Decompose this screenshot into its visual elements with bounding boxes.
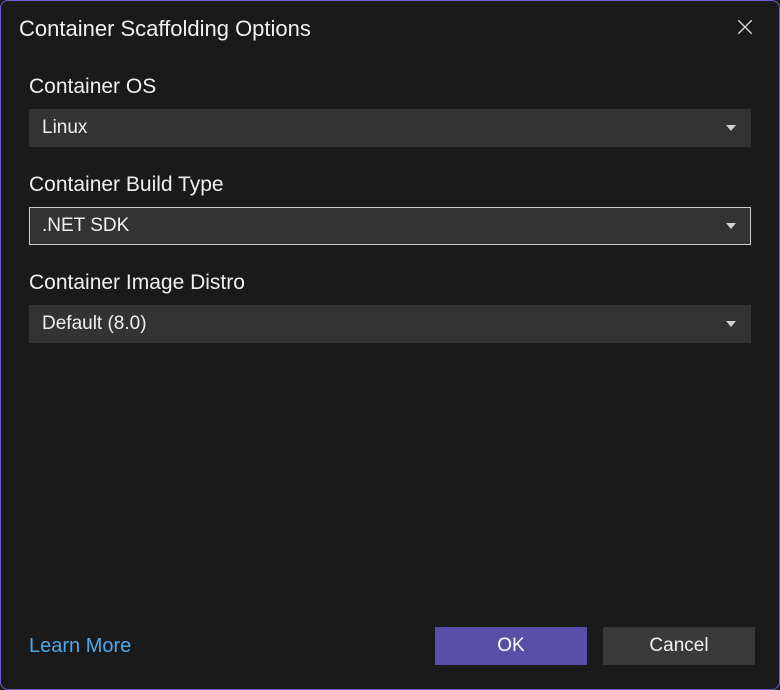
container-image-distro-field: Container Image Distro Default (8.0): [29, 271, 751, 343]
ok-button[interactable]: OK: [435, 627, 587, 665]
container-build-type-select[interactable]: .NET SDK: [29, 207, 751, 245]
chevron-down-icon: [726, 321, 736, 327]
container-build-type-value: .NET SDK: [42, 215, 129, 237]
container-scaffolding-dialog: Container Scaffolding Options Container …: [0, 0, 780, 690]
container-image-distro-value: Default (8.0): [42, 313, 147, 335]
container-image-distro-label: Container Image Distro: [29, 271, 751, 295]
container-build-type-field: Container Build Type .NET SDK: [29, 173, 751, 245]
container-os-value: Linux: [42, 117, 87, 139]
dialog-footer: Learn More OK Cancel: [1, 615, 779, 689]
cancel-button[interactable]: Cancel: [603, 627, 755, 665]
chevron-down-icon: [726, 125, 736, 131]
container-os-select[interactable]: Linux: [29, 109, 751, 147]
learn-more-link[interactable]: Learn More: [29, 635, 131, 658]
close-icon: [736, 18, 754, 41]
chevron-down-icon: [726, 223, 736, 229]
container-os-label: Container OS: [29, 75, 751, 99]
titlebar: Container Scaffolding Options: [1, 1, 779, 55]
container-build-type-label: Container Build Type: [29, 173, 751, 197]
container-image-distro-select[interactable]: Default (8.0): [29, 305, 751, 343]
dialog-content: Container OS Linux Container Build Type …: [1, 55, 779, 615]
dialog-title: Container Scaffolding Options: [19, 16, 311, 42]
container-os-field: Container OS Linux: [29, 75, 751, 147]
close-button[interactable]: [731, 15, 759, 43]
